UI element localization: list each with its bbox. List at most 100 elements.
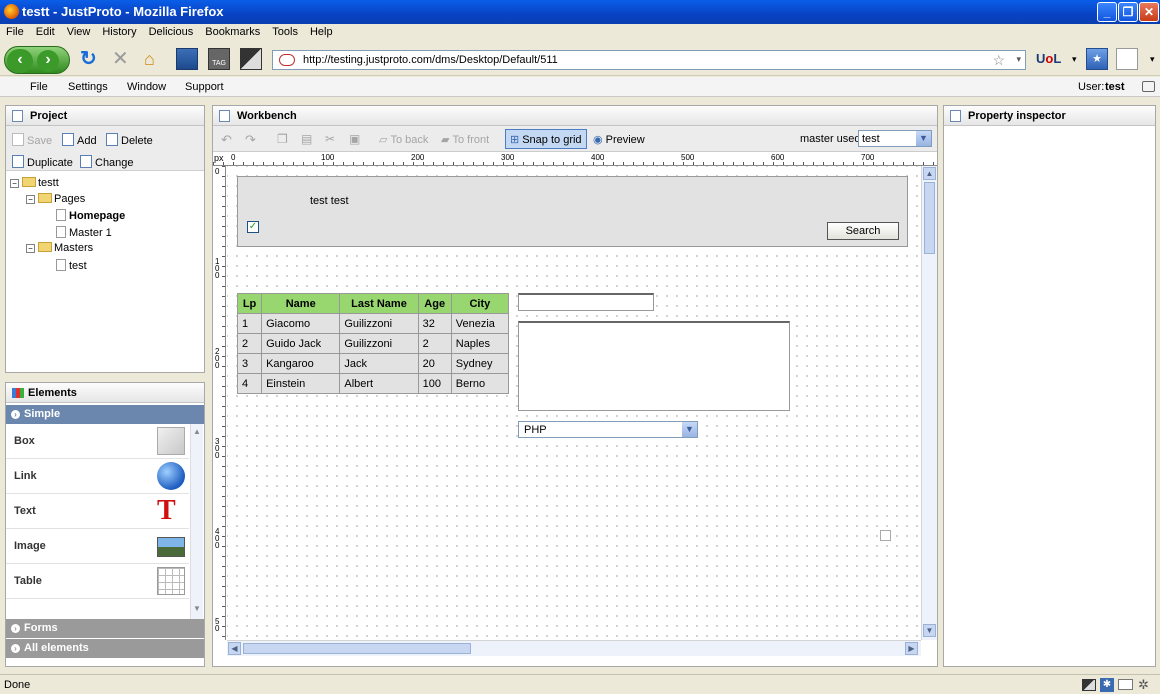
url-dropdown-icon[interactable]: ▾ [1016,54,1021,65]
menu-history[interactable]: History [96,24,142,38]
add-button[interactable]: Add [62,133,97,147]
url-bar[interactable]: http://testing.justproto.com/dms/Desktop… [272,50,1026,70]
paste-icon[interactable]: ▤ [301,132,312,146]
back-arrow-icon[interactable]: ‹ [7,49,33,73]
checkbox[interactable]: ✓ [247,221,259,233]
element-image[interactable]: Image [6,529,189,564]
network-icon[interactable]: ✱ [1100,678,1114,692]
copy-icon[interactable]: ❐ [277,132,288,146]
bookmark-star-icon[interactable]: ☆ [992,52,1005,69]
data-table[interactable]: Lp Name Last Name Age City 1 Giacomo Guili… [236,293,510,394]
scroll-down-icon[interactable]: ▼ [923,624,936,637]
menu-bookmarks[interactable]: Bookmarks [199,24,266,38]
element-text[interactable]: Text T [6,494,189,529]
menu-view[interactable]: View [61,24,97,38]
site-identity-icon[interactable] [279,54,295,66]
delete-element-icon[interactable]: ▣ [349,132,360,146]
uol-icon[interactable]: UoL [1036,51,1061,66]
scroll-right-icon[interactable]: ▶ [905,642,918,655]
to-front-button[interactable]: ▰ To front [441,133,489,146]
undo-icon[interactable]: ↶ [221,132,232,148]
search-button[interactable]: Search [827,222,899,240]
star-bookmarks-icon[interactable]: ★ [1086,48,1108,70]
element-box[interactable]: Box [6,424,189,459]
ruler-tick: 3 0 0 [215,437,220,460]
text-input[interactable] [518,293,654,311]
scroll-up-icon[interactable]: ▲ [193,427,201,436]
workbench-canvas[interactable]: test test ✓ Search Lp Name Last Name Age… [227,166,921,640]
element-link[interactable]: Link [6,459,189,494]
language-select[interactable]: PHP ▼ [518,421,698,438]
tree-master-1[interactable]: Master 1 [56,226,112,239]
app-menu-window[interactable]: Window [127,81,166,93]
section-simple[interactable]: › Simple [6,405,204,424]
screen-capture-icon[interactable] [240,48,262,70]
minimize-button[interactable]: _ [1097,2,1117,22]
scroll-thumb[interactable] [243,643,471,654]
collapse-icon[interactable]: − [10,179,19,188]
uol-dropdown-icon[interactable]: ▾ [1072,54,1077,65]
change-button[interactable]: Change [80,155,134,169]
app-menu-settings[interactable]: Settings [68,81,108,93]
to-back-button[interactable]: ▱ To back [379,133,428,146]
table-icon [157,567,185,595]
menu-help[interactable]: Help [304,24,339,38]
screen-capture-status-icon[interactable] [1082,679,1096,691]
tree-pages[interactable]: − Pages [26,193,85,205]
textarea[interactable] [518,321,790,411]
delete-button[interactable]: Delete [106,133,153,147]
ruler-tick: 300 [501,153,515,162]
table-cell: Venezia [450,313,510,334]
redo-icon[interactable]: ↷ [245,132,256,148]
app-menu-support[interactable]: Support [185,81,224,93]
section-forms[interactable]: › Forms [6,619,204,638]
chevron-down-icon[interactable]: ▼ [682,422,697,437]
scroll-up-icon[interactable]: ▲ [923,167,936,180]
duplicate-button[interactable]: Duplicate [12,155,73,169]
tree-masters[interactable]: − Masters [26,242,93,254]
scroll-down-icon[interactable]: ▼ [193,604,201,613]
menu-tools[interactable]: Tools [266,24,304,38]
addon-icon[interactable] [1116,48,1138,70]
app-menu-file[interactable]: File [30,81,48,93]
save-button[interactable]: Save [12,133,52,147]
stop-icon[interactable]: ✕ [112,48,134,70]
maximize-button[interactable]: ❐ [1118,2,1138,22]
bug-icon[interactable]: ✲ [1138,677,1149,693]
cut-icon[interactable]: ✂ [325,132,335,146]
mail-icon[interactable] [1118,679,1133,690]
canvas-horizontal-scrollbar[interactable]: ◀ ▶ [227,640,921,656]
header-text[interactable]: test test [310,195,349,207]
collapse-icon[interactable]: − [26,195,35,204]
scroll-thumb[interactable] [924,182,935,254]
table-cell: 100 [417,373,452,394]
elements-scrollbar[interactable]: ▲ ▼ [190,424,203,619]
forward-arrow-icon[interactable]: › [37,50,59,72]
section-all-elements[interactable]: › All elements [6,639,204,658]
snap-to-grid-toggle[interactable]: ⊞ Snap to grid [505,129,587,149]
chevron-down-icon[interactable]: ▼ [916,131,931,146]
tree-test[interactable]: test [56,259,87,272]
toolbar-overflow-icon[interactable]: ▾ [1150,54,1155,65]
bookmark-save-icon[interactable] [176,48,198,70]
reload-icon[interactable]: ↻ [80,48,102,70]
tree-homepage[interactable]: Homepage [56,209,125,222]
resize-handle[interactable] [880,530,891,541]
delete-icon [106,133,118,146]
home-icon[interactable]: ⌂ [144,48,166,70]
element-table[interactable]: Table [6,564,189,599]
master-header-box[interactable]: test test ✓ Search [237,176,908,247]
close-button[interactable]: ✕ [1139,2,1159,22]
scroll-left-icon[interactable]: ◀ [228,642,241,655]
collapse-icon[interactable]: − [26,244,35,253]
tree-root[interactable]: − testt [10,177,59,189]
menu-file[interactable]: File [0,24,30,38]
ruler-tick: 400 [591,153,605,162]
logout-icon[interactable] [1142,81,1155,92]
menu-delicious[interactable]: Delicious [143,24,200,38]
tag-icon[interactable]: TAG [208,48,230,70]
preview-button[interactable]: ◉ Preview [593,133,645,146]
master-select[interactable]: test ▼ [858,130,932,147]
canvas-vertical-scrollbar[interactable]: ▲ ▼ [921,166,937,640]
menu-edit[interactable]: Edit [30,24,61,38]
